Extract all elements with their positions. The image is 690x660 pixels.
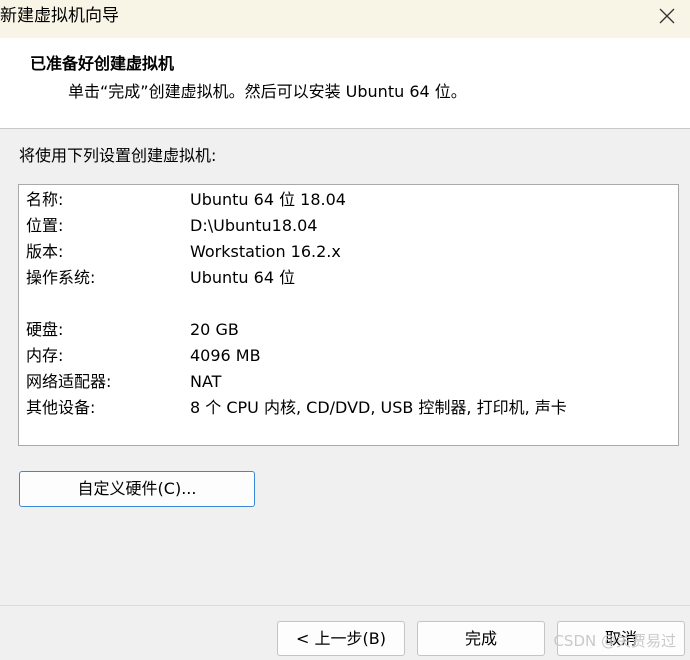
summary-value: Ubuntu 64 位 [190, 268, 296, 287]
wizard-header: 已准备好创建虚拟机 单击“完成”创建虚拟机。然后可以安装 Ubuntu 64 位… [0, 38, 690, 129]
summary-value: 4096 MB [190, 346, 261, 365]
summary-value: 8 个 CPU 内核, CD/DVD, USB 控制器, 打印机, 声卡 [190, 398, 567, 417]
footer-bar: < 上一步(B) 完成 取消 CSDN @关贾易过 [0, 605, 690, 660]
close-icon [659, 8, 675, 24]
summary-key: 位置: [26, 216, 64, 235]
summary-key: 操作系统: [26, 268, 96, 287]
finish-button[interactable]: 完成 [417, 621, 545, 656]
summary-key: 网络适配器: [26, 372, 112, 391]
summary-key: 版本: [26, 242, 64, 261]
intro-text: 将使用下列设置创建虚拟机: [19, 146, 217, 165]
summary-value: 20 GB [190, 320, 239, 339]
window-title: 新建虚拟机向导 [0, 6, 119, 26]
summary-key: 硬盘: [26, 320, 64, 339]
watermark: CSDN @关贾易过 [553, 632, 676, 650]
summary-key: 其他设备: [26, 398, 96, 417]
summary-value: Workstation 16.2.x [190, 242, 341, 261]
header-title: 已准备好创建虚拟机 [30, 54, 175, 73]
customize-hardware-button[interactable]: 自定义硬件(C)... [19, 471, 255, 507]
header-subtitle: 单击“完成”创建虚拟机。然后可以安装 Ubuntu 64 位。 [68, 82, 467, 101]
back-button[interactable]: < 上一步(B) [277, 621, 405, 656]
summary-value: D:\Ubuntu18.04 [190, 216, 318, 235]
summary-key: 内存: [26, 346, 64, 365]
summary-value: Ubuntu 64 位 18.04 [190, 190, 346, 209]
summary-value: NAT [190, 372, 222, 391]
settings-summary-box: 名称: Ubuntu 64 位 18.04 位置: D:\Ubuntu18.04… [18, 184, 679, 446]
summary-key: 名称: [26, 190, 64, 209]
title-bar: 新建虚拟机向导 [0, 0, 690, 38]
close-button[interactable] [644, 0, 690, 32]
